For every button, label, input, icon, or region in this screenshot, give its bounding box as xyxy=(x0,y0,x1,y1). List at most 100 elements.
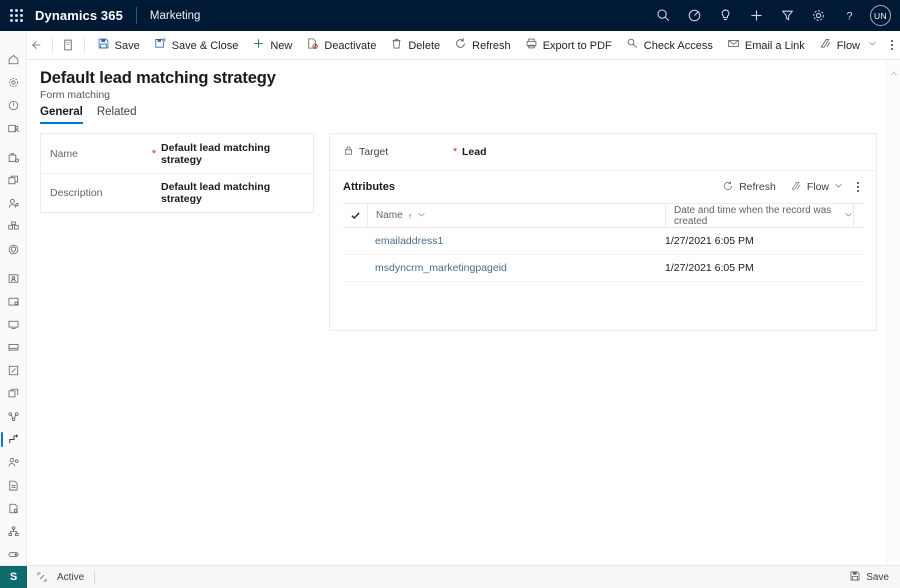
vertical-scrollbar[interactable] xyxy=(886,60,900,565)
flow-icon xyxy=(790,180,802,195)
command-overflow-button[interactable] xyxy=(884,31,900,59)
row-name-link[interactable]: msdyncrm_marketingpageid xyxy=(367,262,665,274)
lightbulb-icon[interactable] xyxy=(710,0,741,31)
check-access-button[interactable]: Check Access xyxy=(619,31,720,59)
sidebar-item-leads[interactable] xyxy=(0,192,26,215)
app-name-label[interactable]: Marketing xyxy=(150,10,201,22)
filter-icon[interactable] xyxy=(772,0,803,31)
save-and-close-button[interactable]: Save & Close xyxy=(147,31,246,59)
sidebar-item-recent[interactable] xyxy=(0,71,26,94)
form-tabs: General Related xyxy=(40,106,136,124)
sidebar-item-subscription[interactable] xyxy=(0,215,26,238)
description-field[interactable]: Description Default lead matching strate… xyxy=(41,173,313,212)
chevron-down-icon xyxy=(868,39,877,51)
back-arrow-icon[interactable] xyxy=(25,31,46,59)
search-icon[interactable] xyxy=(648,0,679,31)
help-question-icon[interactable]: ? xyxy=(834,0,865,31)
sidebar-item-reports[interactable] xyxy=(0,474,26,497)
name-field-value: Default lead matching strategy xyxy=(161,141,271,166)
table-row[interactable]: emailaddress1 1/27/2021 6:05 PM xyxy=(343,228,863,255)
app-launcher-icon[interactable] xyxy=(0,0,32,31)
column-header-name-label: Name xyxy=(376,210,403,221)
header-actions: ? UN xyxy=(648,0,900,31)
export-to-pdf-button[interactable]: Export to PDF xyxy=(518,31,619,59)
deactivate-label: Deactivate xyxy=(324,39,377,52)
sidebar-item-config[interactable] xyxy=(0,497,26,520)
sidebar-item-toggle[interactable] xyxy=(0,543,26,566)
column-header-created-on[interactable]: Date and time when the record was create… xyxy=(665,203,853,228)
footer-divider xyxy=(94,570,96,584)
sidebar-item-accounts[interactable] xyxy=(0,146,26,169)
row-name-link[interactable]: emailaddress1 xyxy=(367,235,665,247)
avatar[interactable]: UN xyxy=(870,5,891,26)
description-field-value: Default lead matching strategy xyxy=(161,181,271,205)
tab-related[interactable]: Related xyxy=(97,106,137,124)
key-icon xyxy=(626,37,639,53)
expand-icon[interactable] xyxy=(27,571,57,583)
flow-button[interactable]: Flow xyxy=(812,31,884,59)
target-field-label-group: Target xyxy=(343,145,448,159)
row-created-on: 1/27/2021 6:05 PM xyxy=(665,262,754,274)
refresh-button[interactable]: Refresh xyxy=(447,31,518,59)
tab-general[interactable]: General xyxy=(40,106,83,124)
save-and-close-label: Save & Close xyxy=(171,39,239,52)
grid-flow-button[interactable]: Flow xyxy=(783,175,850,199)
brand-label[interactable]: Dynamics 365 xyxy=(32,8,123,23)
grid-overflow-button[interactable] xyxy=(850,175,866,199)
sidebar-item-segments[interactable] xyxy=(0,169,26,192)
required-asterisk: * xyxy=(151,147,157,160)
attributes-toolbar: Refresh Flow xyxy=(715,175,866,199)
sidebar-item-home[interactable] xyxy=(0,48,26,71)
pdf-icon xyxy=(525,37,538,53)
sidebar-item-edit[interactable] xyxy=(0,359,26,382)
command-bar: Save Save & Close New Deactivate Delete xyxy=(0,31,900,60)
column-header-name[interactable]: Name ↑ xyxy=(367,203,665,228)
new-label: New xyxy=(270,39,293,52)
column-header-spacer xyxy=(853,203,863,228)
delete-button[interactable]: Delete xyxy=(383,31,447,59)
chevron-down-icon xyxy=(834,181,843,193)
sidebar-item-templates[interactable] xyxy=(0,382,26,405)
diagnostics-icon[interactable] xyxy=(679,0,710,31)
save-button[interactable]: Save xyxy=(90,31,147,59)
sidebar-item-desktop[interactable] xyxy=(0,336,26,359)
chevron-down-icon xyxy=(844,210,853,222)
scroll-up-arrow-icon[interactable] xyxy=(890,65,898,83)
more-vertical-icon xyxy=(857,182,859,192)
sidebar-item-team-members[interactable] xyxy=(0,451,26,474)
email-a-link-button[interactable]: Email a Link xyxy=(720,31,812,59)
status-bar: S Active Save xyxy=(0,565,900,588)
save-icon xyxy=(849,570,861,585)
record-form: Default lead matching strategy Form matc… xyxy=(27,60,900,565)
footer-save-button[interactable]: Save xyxy=(849,570,900,585)
sidebar-item-contacts[interactable] xyxy=(0,117,26,140)
sidebar-item-hierarchy[interactable] xyxy=(0,520,26,543)
deactivate-button[interactable]: Deactivate xyxy=(299,31,383,59)
environment-tile[interactable]: S xyxy=(0,565,27,588)
sidebar-item-pinned[interactable] xyxy=(0,94,26,117)
sidebar-item-forms[interactable] xyxy=(0,267,26,290)
refresh-icon xyxy=(454,37,467,53)
name-field[interactable]: Name * Default lead matching strategy xyxy=(41,134,313,173)
sidebar-item-security[interactable] xyxy=(0,238,26,261)
table-row[interactable]: msdyncrm_marketingpageid 1/27/2021 6:05 … xyxy=(343,255,863,282)
delete-label: Delete xyxy=(408,39,441,52)
flow-icon xyxy=(819,37,832,53)
save-label: Save xyxy=(114,39,140,52)
export-to-pdf-label: Export to PDF xyxy=(542,39,612,52)
quick-create-icon[interactable] xyxy=(741,0,772,31)
select-all-checkbox[interactable] xyxy=(343,210,367,221)
sidebar-item-matching-strategy[interactable] xyxy=(0,428,26,451)
refresh-icon xyxy=(722,180,734,195)
sidebar-item-pages[interactable] xyxy=(0,290,26,313)
sidebar-item-journeys[interactable] xyxy=(0,405,26,428)
sidebar-item-monitor[interactable] xyxy=(0,313,26,336)
grid-refresh-button[interactable]: Refresh xyxy=(715,175,783,199)
header-divider xyxy=(135,7,137,24)
email-a-link-label: Email a Link xyxy=(744,39,805,52)
form-selector-icon[interactable] xyxy=(57,31,78,59)
attributes-grid: Name ↑ Date and time when the record was… xyxy=(343,203,863,282)
settings-gear-icon[interactable] xyxy=(803,0,834,31)
new-button[interactable]: New xyxy=(245,31,299,59)
flow-label: Flow xyxy=(836,39,861,52)
